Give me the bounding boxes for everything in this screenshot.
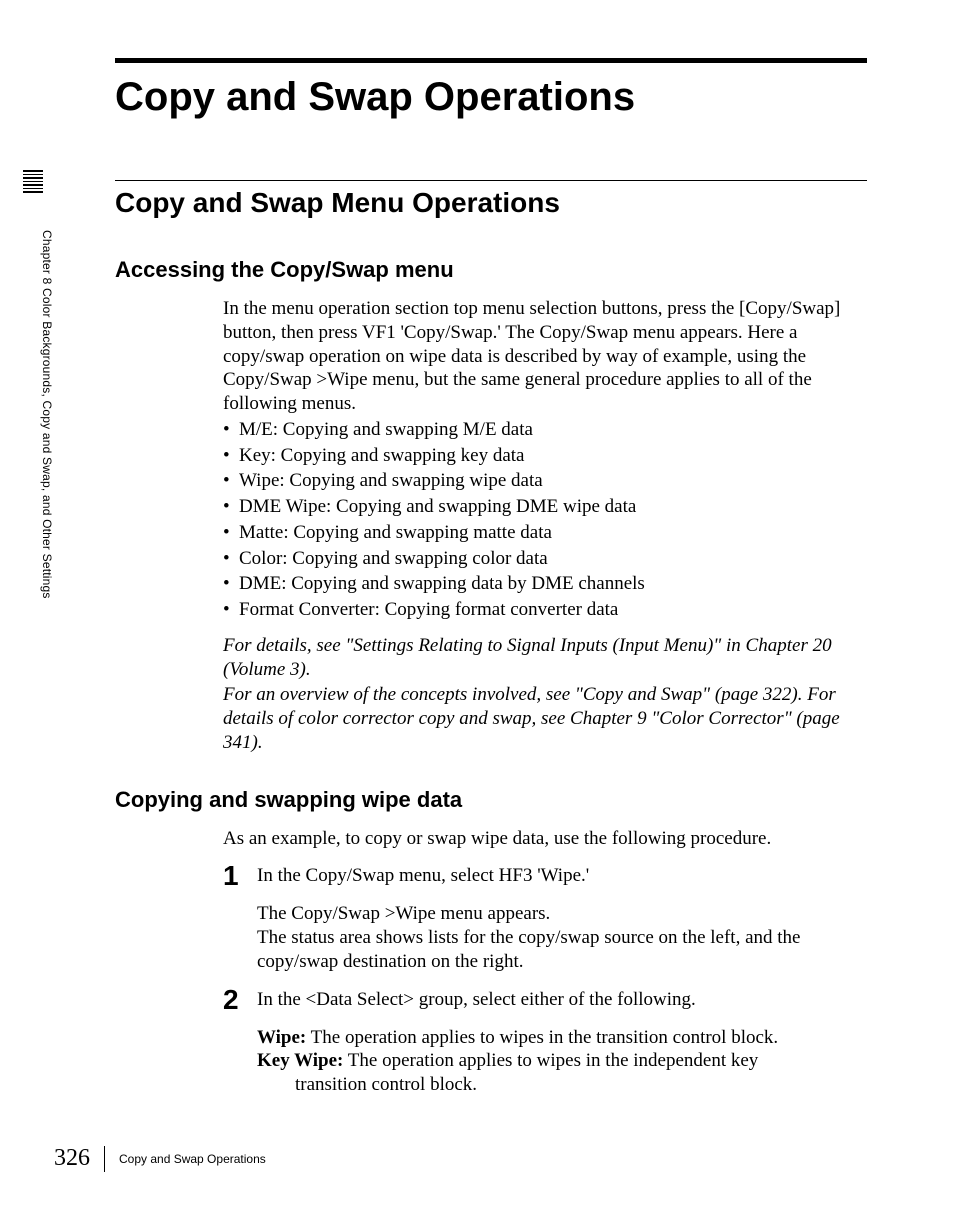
note-details: For details, see "Settings Relating to S… xyxy=(223,634,867,682)
list-item: DME Wipe: Copying and swapping DME wipe … xyxy=(223,495,867,519)
step-2-line: In the <Data Select> group, select eithe… xyxy=(257,988,867,1012)
menu-list: M/E: Copying and swapping M/E data Key: … xyxy=(223,418,867,622)
page-title: Copy and Swap Operations xyxy=(115,75,867,120)
example-intro: As an example, to copy or swap wipe data… xyxy=(223,827,867,851)
margin-tab-icon xyxy=(23,170,43,230)
footer-divider xyxy=(104,1146,105,1172)
vertical-chapter-label: Chapter 8 Color Backgrounds, Copy and Sw… xyxy=(40,230,54,599)
subsection-heading-accessing: Accessing the Copy/Swap menu xyxy=(115,257,867,283)
subsection-heading-copying: Copying and swapping wipe data xyxy=(115,787,867,813)
note-overview: For an overview of the concepts involved… xyxy=(223,683,867,754)
top-rule xyxy=(115,58,867,63)
def-key-wipe-cont: transition control block. xyxy=(295,1073,867,1097)
page-number: 326 xyxy=(54,1145,90,1172)
step-1-detail: The Copy/Swap >Wipe menu appears. The st… xyxy=(257,902,867,973)
def-key-wipe: Key Wipe: The operation applies to wipes… xyxy=(257,1049,867,1073)
step-2: 2 In the <Data Select> group, select eit… xyxy=(223,988,867,1014)
list-item: M/E: Copying and swapping M/E data xyxy=(223,418,867,442)
list-item: Key: Copying and swapping key data xyxy=(223,444,867,468)
def-wipe: Wipe: The operation applies to wipes in … xyxy=(257,1026,867,1050)
step-number: 1 xyxy=(223,862,257,890)
section-heading: Copy and Swap Menu Operations xyxy=(115,187,867,219)
step-2-definitions: Wipe: The operation applies to wipes in … xyxy=(257,1026,867,1097)
step-number: 2 xyxy=(223,986,257,1014)
list-item: Wipe: Copying and swapping wipe data xyxy=(223,469,867,493)
list-item: Color: Copying and swapping color data xyxy=(223,547,867,571)
list-item: Matte: Copying and swapping matte data xyxy=(223,521,867,545)
step-1: 1 In the Copy/Swap menu, select HF3 'Wip… xyxy=(223,864,867,890)
footer: 326 Copy and Swap Operations xyxy=(54,1145,266,1172)
footer-text: Copy and Swap Operations xyxy=(119,1152,266,1166)
section-rule xyxy=(115,180,867,181)
list-item: Format Converter: Copying format convert… xyxy=(223,598,867,622)
step-1-line: In the Copy/Swap menu, select HF3 'Wipe.… xyxy=(257,864,867,888)
list-item: DME: Copying and swapping data by DME ch… xyxy=(223,572,867,596)
intro-paragraph: In the menu operation section top menu s… xyxy=(223,297,867,416)
